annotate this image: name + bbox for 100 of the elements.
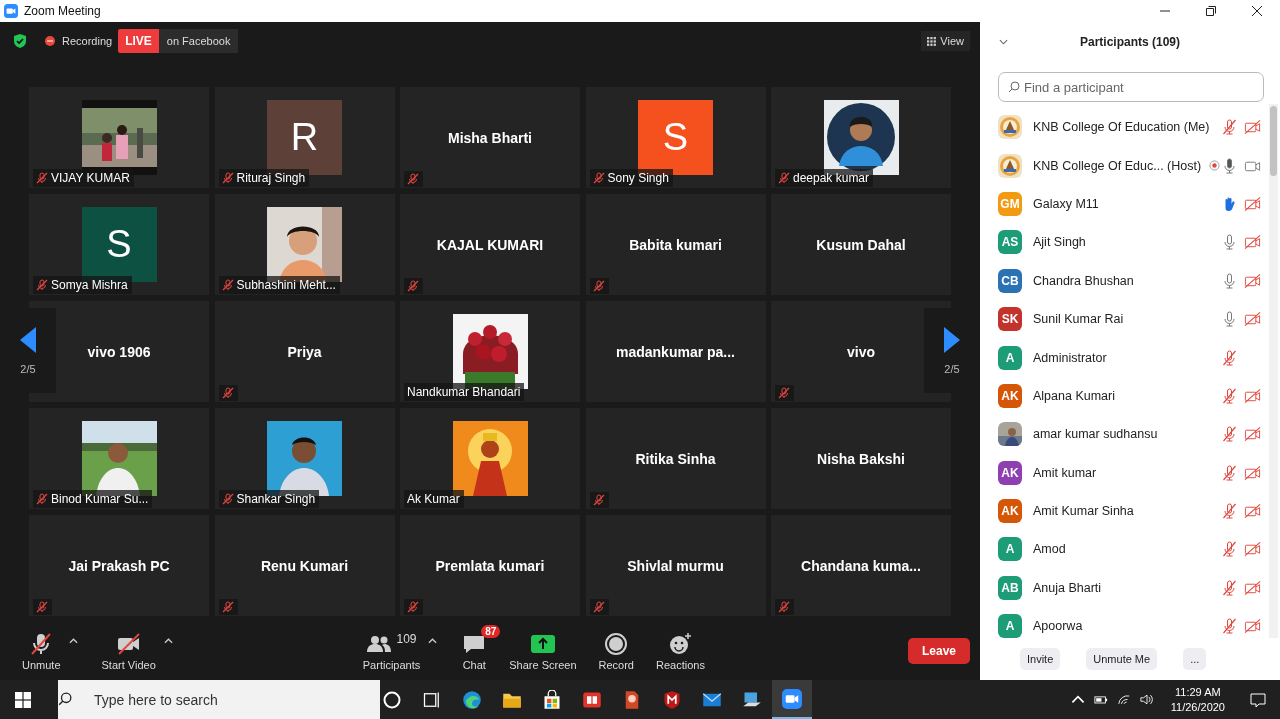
participant-name: Amit Kumar Sinha <box>1033 504 1134 519</box>
video-off-icon[interactable] <box>1244 272 1261 289</box>
microphone-icon[interactable] <box>1221 311 1238 328</box>
participant-name: Binod Kumar Su... <box>51 492 149 506</box>
participant-name: Shivlal murmu <box>627 557 724 574</box>
muted-mic-icon[interactable] <box>1221 426 1238 443</box>
participant-row[interactable]: AS Ajit Singh <box>998 223 1267 262</box>
participant-row[interactable]: amar kumar sudhansu <box>998 415 1267 454</box>
microphone-icon[interactable] <box>1221 157 1238 174</box>
search-field[interactable]: Find a participant <box>998 72 1264 102</box>
live-badge: LIVE <box>118 29 159 53</box>
video-off-icon[interactable] <box>1244 119 1261 136</box>
caret-icon[interactable] <box>428 638 438 644</box>
initials-avatar: GM <box>998 191 1022 216</box>
toolbar-button[interactable]: Record <box>594 631 638 671</box>
participant-row[interactable]: AK Alpana Kumari <box>998 376 1267 416</box>
maximize-icon[interactable] <box>1206 6 1216 16</box>
participant-name: Nandkumar Bhandari <box>407 385 521 399</box>
muted-mic-icon[interactable] <box>1221 579 1238 596</box>
participant-row[interactable]: KNB College Of Educ... (Host) <box>998 146 1267 185</box>
participant-name: VIJAY KUMAR <box>51 171 130 185</box>
smiley-icon <box>667 631 694 656</box>
toolbar-button[interactable]: Unmute <box>18 631 65 671</box>
participant-name: Shankar Singh <box>236 492 316 506</box>
participant-row[interactable]: AK Amit kumar <box>998 453 1267 492</box>
panel-button[interactable]: Invite <box>1020 648 1061 670</box>
wifi-icon[interactable] <box>1116 694 1131 705</box>
toolbar-button[interactable]: Start Video <box>97 631 160 671</box>
microphone-icon[interactable] <box>1221 272 1238 289</box>
zoom-app-icon[interactable] <box>772 680 812 719</box>
initials-avatar: AK <box>998 460 1022 485</box>
participant-name: Kusum Dahal <box>816 236 906 253</box>
muted-mic-icon[interactable] <box>1221 119 1238 136</box>
shield-icon[interactable] <box>12 33 28 49</box>
circle-icon[interactable] <box>382 689 402 710</box>
participant-name: Ajit Singh <box>1033 235 1086 250</box>
participant-name: Renu Kumari <box>260 557 349 574</box>
video-off-icon[interactable] <box>1244 503 1261 520</box>
participant-row[interactable]: KNB College Of Education (Me) <box>998 108 1267 147</box>
scrollbar-thumb[interactable] <box>1270 106 1277 176</box>
caret-icon[interactable] <box>68 638 78 644</box>
panel-button[interactable]: Unmute Me <box>1086 648 1158 670</box>
battery-icon[interactable] <box>1093 694 1108 705</box>
participant-name: Anuja Bharti <box>1033 580 1102 595</box>
participant-row[interactable]: CB Chandra Bhushan <box>998 261 1267 300</box>
muted-mic-icon[interactable] <box>1221 349 1238 366</box>
participant-name: Priya <box>287 343 322 360</box>
participant-row[interactable]: AK Amit Kumar Sinha <box>998 491 1267 531</box>
participant-row[interactable]: A Apoorwa <box>998 607 1267 638</box>
video-off-icon[interactable] <box>1244 579 1261 596</box>
participant-row[interactable]: GM Galaxy M11 <box>998 184 1267 224</box>
participant-row[interactable]: AB Anuja Bharti <box>998 568 1267 608</box>
previous-page-icon[interactable] <box>20 326 36 353</box>
muted-mic-icon[interactable] <box>1221 387 1238 404</box>
toolbar-button[interactable]: Reactions <box>652 631 709 671</box>
initials-avatar: AS <box>998 230 1022 255</box>
leave-button[interactable]: Leave <box>907 638 970 664</box>
participant-name: Sunil Kumar Rai <box>1033 312 1124 327</box>
participant-row[interactable]: A Administrator <box>998 338 1267 377</box>
caret-icon[interactable] <box>163 638 173 644</box>
participant-name: Babita kumari <box>629 236 722 253</box>
video-off-icon[interactable] <box>1244 234 1261 251</box>
window-title: Zoom Meeting <box>24 4 101 18</box>
muted-mic-icon[interactable] <box>1221 503 1238 520</box>
participant-name: vivo <box>847 343 875 360</box>
video-off-icon[interactable] <box>1244 618 1261 635</box>
video-off-icon[interactable] <box>1244 195 1261 212</box>
chevron-down-icon[interactable] <box>999 39 1008 45</box>
video-off-icon[interactable] <box>1244 311 1261 328</box>
participant-name: madankumar pa... <box>615 343 735 360</box>
search-icon <box>58 692 72 706</box>
video-off-icon[interactable] <box>1244 464 1261 481</box>
live-target-label[interactable]: on Facebook <box>158 29 239 53</box>
video-off-icon[interactable] <box>1244 541 1261 558</box>
close-icon[interactable] <box>1252 6 1262 16</box>
initials-avatar: A <box>998 614 1022 638</box>
participant-row[interactable]: SK Sunil Kumar Rai <box>998 299 1267 339</box>
next-page-icon[interactable] <box>944 326 960 353</box>
grid-icon <box>927 36 937 46</box>
toolbar-button[interactable]: Share Screen <box>505 631 581 671</box>
view-button[interactable]: View <box>921 31 970 51</box>
toolbar-button[interactable]: 109 Participants <box>358 631 425 671</box>
muted-mic-icon[interactable] <box>1221 541 1238 558</box>
microphone-icon[interactable] <box>1221 234 1238 251</box>
shield-icon[interactable] <box>662 689 682 710</box>
clock-date[interactable]: 11/26/2020 <box>1170 699 1225 715</box>
video-off-icon[interactable] <box>1244 426 1261 443</box>
muted-mic-icon[interactable] <box>1221 464 1238 481</box>
panel-button[interactable]: ... <box>1183 648 1207 670</box>
video-off-icon[interactable] <box>1244 387 1261 404</box>
participant-name: deepak kumar <box>793 171 870 185</box>
speaker-icon[interactable] <box>1139 694 1154 705</box>
muted-mic-icon[interactable] <box>1221 618 1238 635</box>
taskbar-search-field[interactable]: Type here to search <box>58 680 380 719</box>
shopping-bag-icon[interactable] <box>542 689 562 710</box>
clock-time[interactable]: 11:29 AM <box>1175 684 1221 700</box>
notification-icon[interactable] <box>1250 691 1266 708</box>
browser-icon[interactable] <box>462 689 482 710</box>
participant-row[interactable]: A Amod <box>998 530 1267 569</box>
windows-start-icon[interactable] <box>15 691 31 708</box>
